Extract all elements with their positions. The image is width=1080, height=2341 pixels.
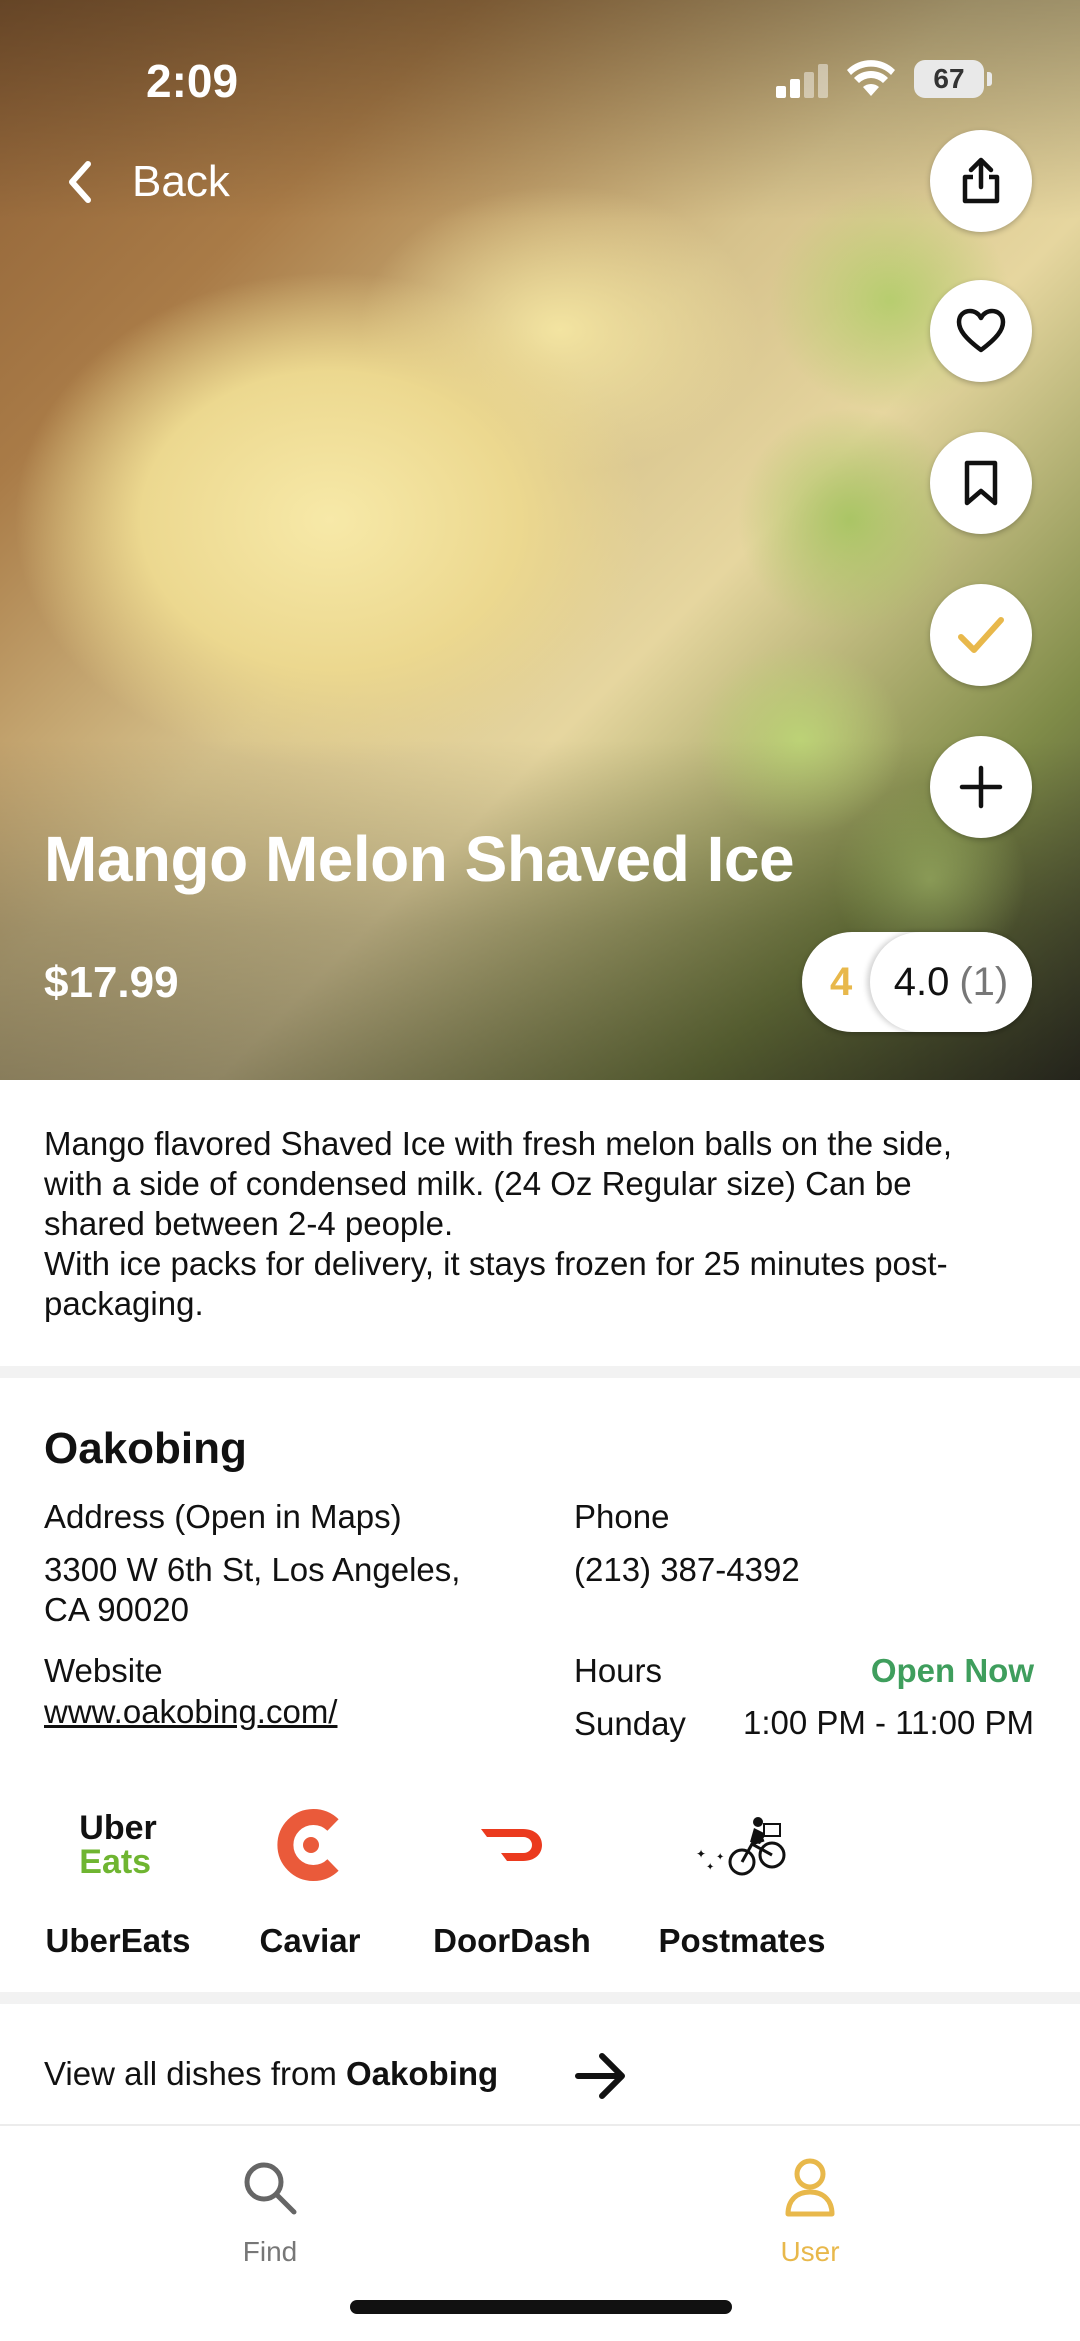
delivery-name: UberEats	[45, 1922, 191, 1959]
check-icon	[958, 617, 1004, 653]
hours-day[interactable]: Sunday	[574, 1704, 686, 1744]
delivery-caviar[interactable]: Caviar	[210, 1800, 410, 1960]
dish-description: Mango flavored Shaved Ice with fresh mel…	[44, 1124, 1044, 1324]
svg-text:✦: ✦	[716, 1852, 724, 1863]
delivery-doordash[interactable]: DoorDash	[412, 1800, 612, 1960]
doordash-logo-icon	[412, 1800, 612, 1890]
description-line: packaging.	[44, 1285, 204, 1322]
average-rating: 4.0 (1)	[870, 932, 1032, 1032]
favorite-button[interactable]	[930, 280, 1032, 382]
wifi-icon	[847, 60, 895, 96]
battery-tip	[987, 72, 992, 86]
tab-find[interactable]: Find	[170, 2152, 370, 2282]
my-rating: 4	[830, 960, 853, 1004]
hours-time[interactable]: 1:00 PM - 11:00 PM	[743, 1704, 1034, 1742]
bookmark-button[interactable]	[930, 432, 1032, 534]
description-line: Mango flavored Shaved Ice with fresh mel…	[44, 1125, 953, 1162]
home-indicator[interactable]	[350, 2300, 732, 2314]
plus-icon	[959, 765, 1003, 809]
address-line: 3300 W 6th St, Los Angeles,	[44, 1551, 461, 1588]
bookmark-icon	[964, 460, 998, 506]
delivery-postmates[interactable]: ✦ ✦ ✦ Postmates	[642, 1800, 842, 1960]
delivery-name: Caviar	[259, 1922, 361, 1959]
description-line: with a side of condensed milk. (24 Oz Re…	[44, 1165, 912, 1202]
phone-value[interactable]: (213) 387-4392	[574, 1550, 800, 1590]
ubereats-logo-bottom: Eats	[79, 1843, 152, 1881]
add-button[interactable]	[930, 736, 1032, 838]
dish-price: $17.99	[44, 958, 179, 1007]
delivery-name: Postmates	[658, 1922, 826, 1959]
view-all-restaurant: Oakobing	[346, 2055, 499, 2092]
address-value[interactable]: 3300 W 6th St, Los Angeles, CA 90020	[44, 1550, 524, 1630]
description-line: shared between 2-4 people.	[44, 1205, 454, 1242]
tab-label: User	[780, 2236, 840, 2267]
back-label: Back	[132, 157, 230, 206]
restaurant-name[interactable]: Oakobing	[44, 1424, 247, 1474]
share-icon	[962, 157, 1000, 204]
rating-pill[interactable]: 4 4.0 (1)	[802, 932, 1032, 1032]
search-icon	[244, 2162, 297, 2215]
chevron-left-icon	[69, 161, 91, 203]
battery-indicator: 67	[914, 60, 984, 98]
heart-icon	[956, 308, 1006, 353]
user-icon	[785, 2158, 835, 2217]
ubereats-logo-icon: Uber Eats	[18, 1800, 218, 1890]
tab-user[interactable]: User	[710, 2152, 910, 2282]
postmates-logo-icon: ✦ ✦ ✦	[642, 1800, 842, 1890]
ubereats-logo-top: Uber	[79, 1809, 157, 1847]
back-button[interactable]: Back	[60, 152, 230, 212]
tab-label: Find	[242, 2236, 298, 2267]
section-divider	[0, 1992, 1080, 2004]
address-label[interactable]: Address (Open in Maps)	[44, 1498, 402, 1536]
caviar-logo-icon	[210, 1800, 410, 1890]
dish-detail-screen: 2:09 67 Back Mango Melon Shaved Ice $17.…	[0, 0, 1080, 2341]
cellular-signal-icon	[776, 64, 828, 98]
tried-button[interactable]	[930, 584, 1032, 686]
description-line: With ice packs for delivery, it stays fr…	[44, 1245, 948, 1282]
phone-label: Phone	[574, 1498, 670, 1535]
delivery-name: DoorDash	[433, 1922, 591, 1959]
arrow-right-icon[interactable]	[574, 2046, 630, 2106]
open-status: Open Now	[870, 1652, 1034, 1689]
share-button[interactable]	[930, 130, 1032, 232]
view-all-prefix: View all dishes from	[44, 2055, 347, 2092]
svg-text:✦: ✦	[696, 1847, 706, 1861]
website-link[interactable]: www.oakobing.com/	[44, 1692, 337, 1732]
rating-count: (1)	[959, 959, 1009, 1004]
hours-label: Hours	[574, 1652, 663, 1689]
delivery-ubereats[interactable]: Uber Eats UberEats	[18, 1800, 218, 1960]
address-line: CA 90020	[44, 1591, 189, 1628]
section-divider	[0, 1366, 1080, 1378]
svg-text:✦: ✦	[706, 1862, 714, 1873]
dish-title: Mango Melon Shaved Ice	[44, 823, 795, 895]
view-all-dishes-link[interactable]: View all dishes from Oakobing	[44, 2055, 498, 2093]
website-label: Website	[44, 1652, 163, 1689]
status-time: 2:09	[146, 55, 239, 107]
average-rating-value: 4.0	[893, 959, 950, 1004]
